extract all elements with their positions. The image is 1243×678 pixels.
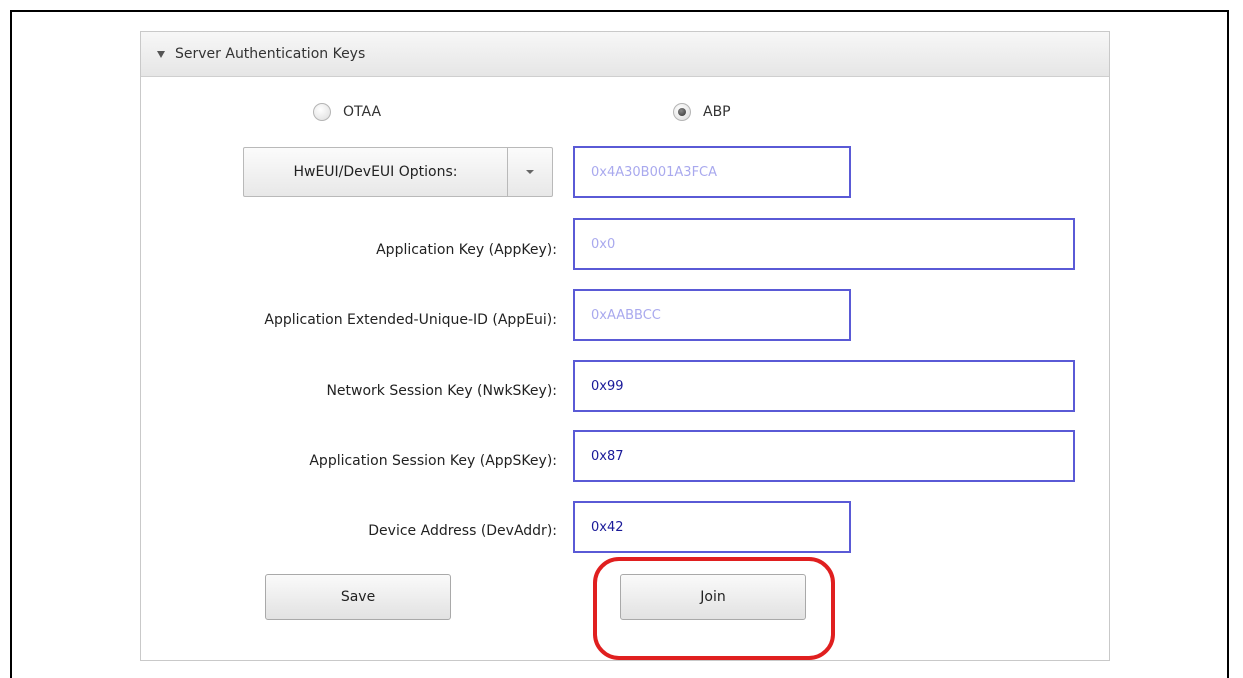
- app-eui-field[interactable]: [573, 289, 851, 341]
- radio-otaa[interactable]: OTAA: [313, 103, 381, 121]
- app-skey-label: Application Session Key (AppSKey):: [309, 453, 557, 469]
- panel-header[interactable]: Server Authentication Keys: [141, 32, 1109, 77]
- radio-otaa-circle-icon[interactable]: [313, 103, 331, 121]
- server-authentication-keys-panel: Server Authentication Keys: [140, 31, 1110, 661]
- app-key-label: Application Key (AppKey):: [376, 242, 557, 258]
- collapse-triangle-icon[interactable]: [157, 50, 165, 58]
- hweui-field[interactable]: [573, 146, 851, 198]
- app-key-field[interactable]: [573, 218, 1075, 270]
- save-button[interactable]: Save: [265, 574, 451, 620]
- nwk-skey-label: Network Session Key (NwkSKey):: [326, 383, 557, 399]
- radio-abp-circle-icon[interactable]: [673, 103, 691, 121]
- app-skey-field[interactable]: [573, 430, 1075, 482]
- radio-abp-label: ABP: [703, 104, 731, 120]
- dropdown-toggle[interactable]: [508, 148, 552, 196]
- dev-addr-label: Device Address (DevAddr):: [368, 523, 557, 539]
- radio-otaa-label: OTAA: [343, 104, 382, 120]
- app-eui-label: Application Extended-Unique-ID (AppEui):: [264, 312, 557, 328]
- hweui-options-label: HwEUI/DevEUI Options:: [244, 148, 508, 196]
- radio-abp[interactable]: ABP: [673, 103, 731, 121]
- chevron-down-icon: [526, 170, 534, 174]
- panel-title: Server Authentication Keys: [175, 46, 366, 62]
- radio-selected-dot-icon: [678, 108, 686, 116]
- hweui-options-dropdown[interactable]: HwEUI/DevEUI Options:: [243, 147, 553, 197]
- join-button[interactable]: Join: [620, 574, 806, 620]
- dev-addr-field[interactable]: [573, 501, 851, 553]
- nwk-skey-field[interactable]: [573, 360, 1075, 412]
